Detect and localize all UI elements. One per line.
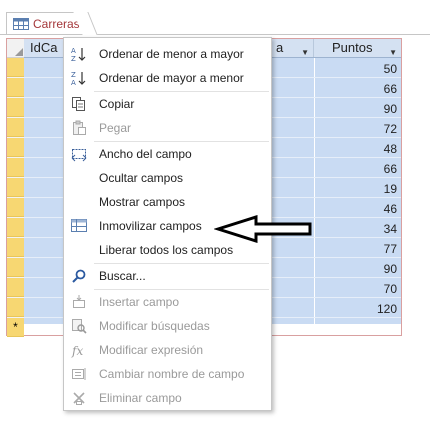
puntos-cell[interactable]: 90	[337, 262, 397, 276]
menu-item-delete-field[interactable]: Eliminar campo	[64, 387, 271, 409]
table-icon	[13, 17, 29, 30]
record-selector[interactable]	[7, 98, 24, 117]
puntos-cell[interactable]: 48	[337, 142, 397, 156]
svg-text:A: A	[71, 79, 76, 86]
menu-label: Pegar	[99, 121, 132, 135]
menu-label: Buscar...	[99, 269, 146, 283]
puntos-cell[interactable]: 70	[337, 282, 397, 296]
rename-field-icon	[70, 365, 88, 383]
record-selector[interactable]	[7, 118, 24, 137]
new-record-selector[interactable]: *	[7, 318, 24, 337]
menu-label: Eliminar campo	[99, 391, 182, 405]
svg-text:Z: Z	[71, 55, 76, 62]
menu-label: Inmovilizar campos	[99, 219, 202, 233]
record-selector[interactable]	[7, 258, 24, 277]
svg-text:Z: Z	[71, 71, 76, 79]
puntos-cell[interactable]: 120	[337, 302, 397, 316]
menu-label: Modificar expresión	[99, 343, 204, 357]
column-header-label: Puntos	[332, 40, 373, 55]
fx-icon: fx	[70, 341, 88, 359]
field-width-icon	[70, 145, 88, 163]
annotation-arrow	[214, 214, 312, 244]
puntos-cell[interactable]: 46	[337, 202, 397, 216]
menu-item-field-width[interactable]: Ancho del campo	[64, 143, 271, 165]
menu-item-copy[interactable]: Copiar	[64, 93, 271, 115]
menu-item-find[interactable]: Buscar...	[64, 265, 271, 287]
puntos-cell[interactable]: 19	[337, 182, 397, 196]
menu-item-paste[interactable]: Pegar	[64, 117, 271, 139]
delete-field-icon	[70, 389, 88, 407]
copy-icon	[70, 95, 88, 113]
column-header-puntos[interactable]: Puntos ▼	[314, 39, 401, 57]
menu-item-modify-lookups[interactable]: Modificar búsquedas	[64, 315, 271, 337]
svg-text:fx: fx	[71, 344, 83, 358]
menu-item-modify-expression[interactable]: fx Modificar expresión	[64, 339, 271, 361]
menu-item-sort-descending[interactable]: Z A Ordenar de mayor a menor	[64, 67, 271, 89]
column-header-label: IdCa	[30, 40, 58, 55]
record-selector[interactable]	[7, 138, 24, 157]
tab-carreras[interactable]: Carreras	[6, 12, 86, 34]
puntos-cell[interactable]: 72	[337, 122, 397, 136]
record-selector[interactable]	[7, 78, 24, 97]
menu-label: Copiar	[99, 97, 135, 111]
menu-label: Modificar búsquedas	[99, 319, 210, 333]
freeze-columns-icon	[70, 217, 88, 235]
new-record-marker: *	[13, 320, 18, 334]
tab-label: Carreras	[33, 16, 80, 31]
menu-label: Ocultar campos	[99, 171, 184, 185]
record-selector[interactable]	[7, 198, 24, 217]
menu-label: Ordenar de mayor a menor	[99, 71, 244, 85]
menu-item-rename-field[interactable]: Cambiar nombre de campo	[64, 363, 271, 385]
record-selector[interactable]	[7, 298, 24, 317]
menu-label: Mostrar campos	[99, 195, 186, 209]
select-all-corner[interactable]	[7, 39, 24, 58]
record-selector[interactable]	[7, 218, 24, 237]
lookup-icon	[70, 317, 88, 335]
sort-descending-icon: Z A	[70, 69, 88, 87]
sort-ascending-icon: A Z	[70, 45, 88, 63]
puntos-cell[interactable]: 90	[337, 102, 397, 116]
puntos-cell[interactable]: 77	[337, 242, 397, 256]
menu-label: Cambiar nombre de campo	[99, 367, 245, 381]
document-tab-strip: Carreras	[0, 0, 430, 35]
puntos-cell[interactable]: 66	[337, 82, 397, 96]
menu-item-insert-field[interactable]: Insertar campo	[64, 291, 271, 313]
record-selector[interactable]	[7, 178, 24, 197]
record-selector[interactable]	[7, 58, 24, 77]
puntos-cell[interactable]: 66	[337, 162, 397, 176]
menu-item-show-fields[interactable]: Mostrar campos	[64, 191, 271, 213]
menu-item-hide-fields[interactable]: Ocultar campos	[64, 167, 271, 189]
record-selector[interactable]	[7, 158, 24, 177]
menu-label: Insertar campo	[99, 295, 180, 309]
search-icon	[70, 267, 88, 285]
svg-text:A: A	[71, 47, 76, 55]
column-header-label: a	[276, 40, 284, 55]
puntos-cell[interactable]: 34	[337, 222, 397, 236]
menu-item-sort-ascending[interactable]: A Z Ordenar de menor a mayor	[64, 43, 271, 65]
menu-label: Ancho del campo	[99, 147, 192, 161]
puntos-cell[interactable]: 50	[337, 62, 397, 76]
paste-icon	[70, 119, 88, 137]
menu-label: Ordenar de menor a mayor	[99, 47, 244, 61]
menu-label: Liberar todos los campos	[99, 243, 234, 257]
record-selector[interactable]	[7, 278, 24, 297]
insert-field-icon	[70, 293, 88, 311]
record-selector[interactable]	[7, 238, 24, 257]
